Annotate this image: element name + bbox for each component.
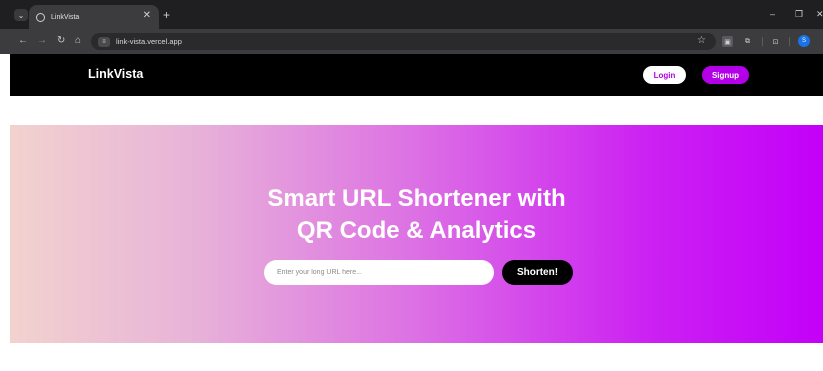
reload-icon[interactable]: ↻ [57, 35, 65, 47]
hero-title-line1: Smart URL Shortener with [267, 185, 566, 212]
site-navbar: LinkVista Login Signup [10, 54, 823, 96]
extension-icon[interactable]: ▣ [722, 36, 733, 47]
browser-toolbar: ← → ↻ ⌂ ≡ link-vista.vercel.app ☆ ▣ ⧉ ⊡ … [0, 29, 823, 54]
forward-icon[interactable]: → [37, 35, 47, 47]
tab-close-icon[interactable]: ✕ [143, 11, 151, 21]
hero-section: Smart URL Shortener with QR Code & Analy… [10, 125, 823, 343]
toolbar-divider [789, 37, 790, 46]
minimize-icon[interactable]: – [770, 10, 775, 19]
site-info-icon[interactable]: ≡ [98, 36, 110, 47]
signup-button[interactable]: Signup [702, 66, 749, 84]
home-icon[interactable]: ⌂ [75, 35, 81, 47]
downloads-icon[interactable]: ⊡ [770, 36, 781, 47]
tab-title: LinkVista [51, 13, 80, 21]
shorten-button[interactable]: Shorten! [502, 260, 573, 285]
browser-tab[interactable]: LinkVista ✕ [29, 5, 159, 29]
new-tab-icon[interactable]: + [163, 9, 170, 21]
profile-avatar[interactable]: S [798, 35, 810, 47]
restore-icon[interactable]: ❐ [795, 10, 803, 19]
address-url: link-vista.vercel.app [116, 37, 182, 46]
extensions-puzzle-icon[interactable]: ⧉ [742, 36, 753, 47]
bookmark-star-icon[interactable]: ☆ [697, 35, 706, 46]
globe-icon [36, 12, 45, 22]
back-icon[interactable]: ← [18, 35, 28, 47]
address-bar[interactable]: ≡ link-vista.vercel.app ☆ [91, 33, 716, 50]
close-window-icon[interactable]: ✕ [816, 10, 823, 19]
browser-tab-bar: ⌄ LinkVista ✕ + – ❐ ✕ [0, 0, 823, 29]
brand-logo[interactable]: LinkVista [88, 67, 143, 81]
toolbar-divider [762, 37, 763, 46]
long-url-input[interactable] [264, 260, 494, 285]
tab-search-icon[interactable]: ⌄ [14, 9, 28, 21]
hero-title-line2: QR Code & Analytics [296, 217, 537, 244]
login-button[interactable]: Login [643, 66, 686, 84]
